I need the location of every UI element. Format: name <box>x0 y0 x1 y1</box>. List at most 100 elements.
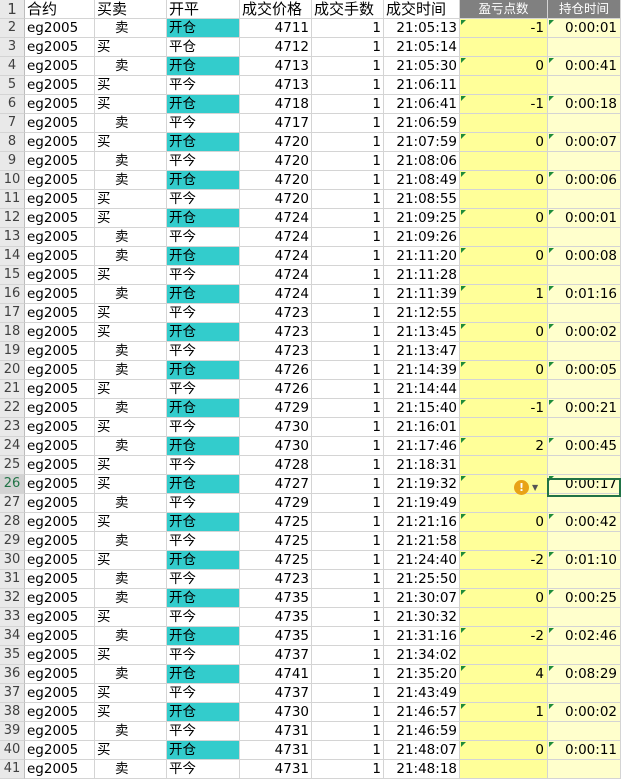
cell-contract[interactable]: eg2005 <box>25 456 95 475</box>
cell-open-close[interactable]: 开仓 <box>167 19 240 38</box>
cell-direction[interactable]: 买 <box>95 380 167 399</box>
cell-qty[interactable]: 1 <box>312 437 384 456</box>
cell-open-close[interactable]: 平今 <box>167 570 240 589</box>
row-number[interactable]: 33 <box>0 608 25 627</box>
cell-hold-time[interactable]: 0:02:46 <box>548 627 621 646</box>
cell-direction[interactable]: 买 <box>95 703 167 722</box>
row-number[interactable]: 35 <box>0 646 25 665</box>
cell-open-close[interactable]: 开仓 <box>167 627 240 646</box>
cell-hold-time[interactable]: 0:00:05 <box>548 361 621 380</box>
cell-open-close[interactable]: 开仓 <box>167 209 240 228</box>
row-number[interactable]: 8 <box>0 133 25 152</box>
cell-direction[interactable]: 卖 <box>95 722 167 741</box>
cell-price[interactable]: 4729 <box>240 399 312 418</box>
cell-open-close[interactable]: 开仓 <box>167 665 240 684</box>
cell-direction[interactable]: 卖 <box>95 19 167 38</box>
cell-pnl-points[interactable] <box>460 304 548 323</box>
cell-contract[interactable]: eg2005 <box>25 152 95 171</box>
cell-time[interactable]: 21:06:41 <box>384 95 460 114</box>
row-number[interactable]: 21 <box>0 380 25 399</box>
cell-qty[interactable]: 1 <box>312 456 384 475</box>
cell-open-close[interactable]: 平今 <box>167 76 240 95</box>
cell-pnl-points[interactable] <box>460 342 548 361</box>
cell-contract[interactable]: eg2005 <box>25 380 95 399</box>
cell-open-close[interactable]: 开仓 <box>167 361 240 380</box>
cell-time[interactable]: 21:14:39 <box>384 361 460 380</box>
row-number[interactable]: 30 <box>0 551 25 570</box>
cell-price[interactable]: 4731 <box>240 722 312 741</box>
row-number[interactable]: 10 <box>0 171 25 190</box>
cell-time[interactable]: 21:15:40 <box>384 399 460 418</box>
row-number[interactable]: 25 <box>0 456 25 475</box>
cell-direction[interactable]: 买 <box>95 646 167 665</box>
cell-qty[interactable]: 1 <box>312 513 384 532</box>
cell-hold-time[interactable]: 0:00:02 <box>548 703 621 722</box>
cell-qty[interactable]: 1 <box>312 399 384 418</box>
cell-time[interactable]: 21:25:50 <box>384 570 460 589</box>
cell-hold-time[interactable]: 0:00:02 <box>548 323 621 342</box>
cell-qty[interactable]: 1 <box>312 665 384 684</box>
cell-direction[interactable]: 买 <box>95 209 167 228</box>
row-number[interactable]: 20 <box>0 361 25 380</box>
cell-pnl-points[interactable]: -1 <box>460 19 548 38</box>
cell-contract[interactable]: eg2005 <box>25 703 95 722</box>
cell-pnl-points[interactable] <box>460 722 548 741</box>
cell-qty[interactable]: 1 <box>312 760 384 779</box>
cell-qty[interactable]: 1 <box>312 190 384 209</box>
cell-open-close[interactable]: 平今 <box>167 342 240 361</box>
cell-direction[interactable]: 买 <box>95 475 167 494</box>
cell-qty[interactable]: 1 <box>312 57 384 76</box>
cell-pnl-points[interactable] <box>460 456 548 475</box>
cell-contract[interactable]: eg2005 <box>25 209 95 228</box>
cell-time[interactable]: 21:11:28 <box>384 266 460 285</box>
cell-time[interactable]: 21:17:46 <box>384 437 460 456</box>
cell-price[interactable]: 4723 <box>240 304 312 323</box>
cell-time[interactable]: 21:05:13 <box>384 19 460 38</box>
cell-hold-time[interactable] <box>548 76 621 95</box>
row-number[interactable]: 1 <box>0 0 25 19</box>
cell-direction[interactable]: 卖 <box>95 285 167 304</box>
row-number[interactable]: 4 <box>0 57 25 76</box>
cell-open-close[interactable]: 平今 <box>167 228 240 247</box>
header-time[interactable]: 成交时间 <box>384 0 460 19</box>
cell-contract[interactable]: eg2005 <box>25 361 95 380</box>
cell-hold-time[interactable] <box>548 608 621 627</box>
cell-qty[interactable]: 1 <box>312 475 384 494</box>
cell-pnl-points[interactable]: 0 <box>460 741 548 760</box>
cell-time[interactable]: 21:24:40 <box>384 551 460 570</box>
cell-direction[interactable]: 卖 <box>95 437 167 456</box>
cell-price[interactable]: 4730 <box>240 703 312 722</box>
error-check-button[interactable]: ! ▼ <box>513 480 543 495</box>
row-number[interactable]: 38 <box>0 703 25 722</box>
cell-time[interactable]: 21:13:47 <box>384 342 460 361</box>
cell-time[interactable]: 21:08:49 <box>384 171 460 190</box>
cell-time[interactable]: 21:09:25 <box>384 209 460 228</box>
cell-contract[interactable]: eg2005 <box>25 722 95 741</box>
cell-qty[interactable]: 1 <box>312 589 384 608</box>
row-number[interactable]: 13 <box>0 228 25 247</box>
cell-contract[interactable]: eg2005 <box>25 608 95 627</box>
cell-time[interactable]: 21:14:44 <box>384 380 460 399</box>
cell-hold-time[interactable]: 0:08:29 <box>548 665 621 684</box>
cell-qty[interactable]: 1 <box>312 570 384 589</box>
row-number[interactable]: 37 <box>0 684 25 703</box>
cell-qty[interactable]: 1 <box>312 608 384 627</box>
cell-price[interactable]: 4718 <box>240 95 312 114</box>
cell-direction[interactable]: 买 <box>95 323 167 342</box>
cell-price[interactable]: 4720 <box>240 133 312 152</box>
cell-open-close[interactable]: 开仓 <box>167 589 240 608</box>
cell-open-close[interactable]: 开仓 <box>167 247 240 266</box>
row-number[interactable]: 19 <box>0 342 25 361</box>
header-contract[interactable]: 合约 <box>25 0 95 19</box>
cell-direction[interactable]: 卖 <box>95 342 167 361</box>
cell-contract[interactable]: eg2005 <box>25 627 95 646</box>
cell-hold-time[interactable] <box>548 190 621 209</box>
cell-pnl-points[interactable]: 0 <box>460 361 548 380</box>
cell-contract[interactable]: eg2005 <box>25 95 95 114</box>
cell-direction[interactable]: 买 <box>95 190 167 209</box>
cell-contract[interactable]: eg2005 <box>25 494 95 513</box>
cell-hold-time[interactable]: 0:01:10 <box>548 551 621 570</box>
cell-time[interactable]: 21:08:06 <box>384 152 460 171</box>
cell-pnl-points[interactable]: -2 <box>460 551 548 570</box>
cell-open-close[interactable]: 开仓 <box>167 399 240 418</box>
